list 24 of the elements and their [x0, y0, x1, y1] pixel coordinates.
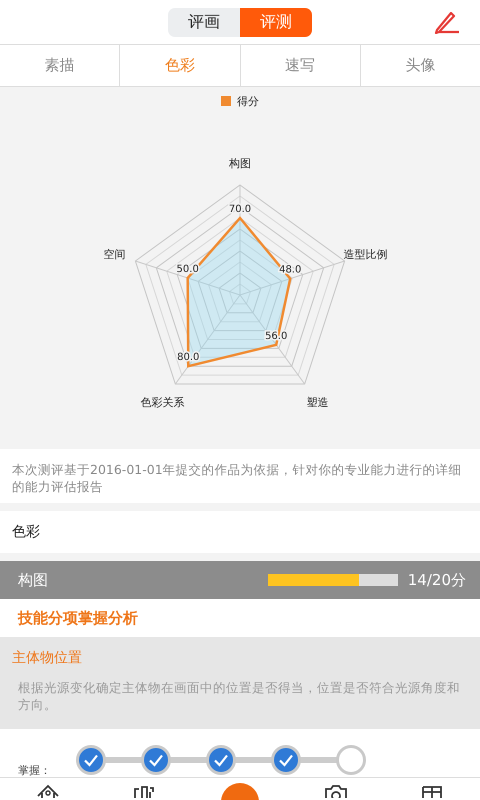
mastery-label: 掌握：: [18, 763, 51, 778]
analysis-title: 技能分项掌握分析: [0, 599, 480, 637]
point-text: 根据光源变化确定主体物在画面中的位置是否得当，位置是否符合光源角度和方向。: [17, 679, 461, 713]
value-label: 70.0: [228, 204, 252, 215]
axis-label: 塑造: [306, 396, 329, 409]
item-name: 构图: [18, 570, 49, 590]
pencil-icon[interactable]: [434, 10, 460, 34]
category-tab[interactable]: 速写: [240, 45, 360, 86]
score-value: 14/20分: [408, 570, 466, 590]
axis-label: 构图: [229, 157, 251, 170]
home-icon[interactable]: [36, 784, 60, 798]
category-tab[interactable]: 头像: [360, 45, 480, 86]
legend-label: 得分: [237, 94, 259, 108]
point-title: 主体物位置: [12, 649, 83, 667]
axis-label: 色彩关系: [140, 396, 184, 409]
segment-tab[interactable]: 评画: [168, 8, 240, 36]
section-title: 色彩: [0, 511, 480, 553]
axis-label: 空间: [103, 248, 126, 262]
camera-icon[interactable]: [324, 784, 348, 798]
axis-label: 造型比例: [344, 248, 388, 262]
category-tab[interactable]: 色彩: [119, 45, 240, 86]
report-description: 本次测评基于2016-01-01年提交的作品为依据，针对你的专业能力进行的详细的能力评估报告: [0, 449, 480, 503]
category-tab[interactable]: 素描: [0, 45, 120, 86]
segment-tab[interactable]: 评测: [240, 8, 312, 36]
